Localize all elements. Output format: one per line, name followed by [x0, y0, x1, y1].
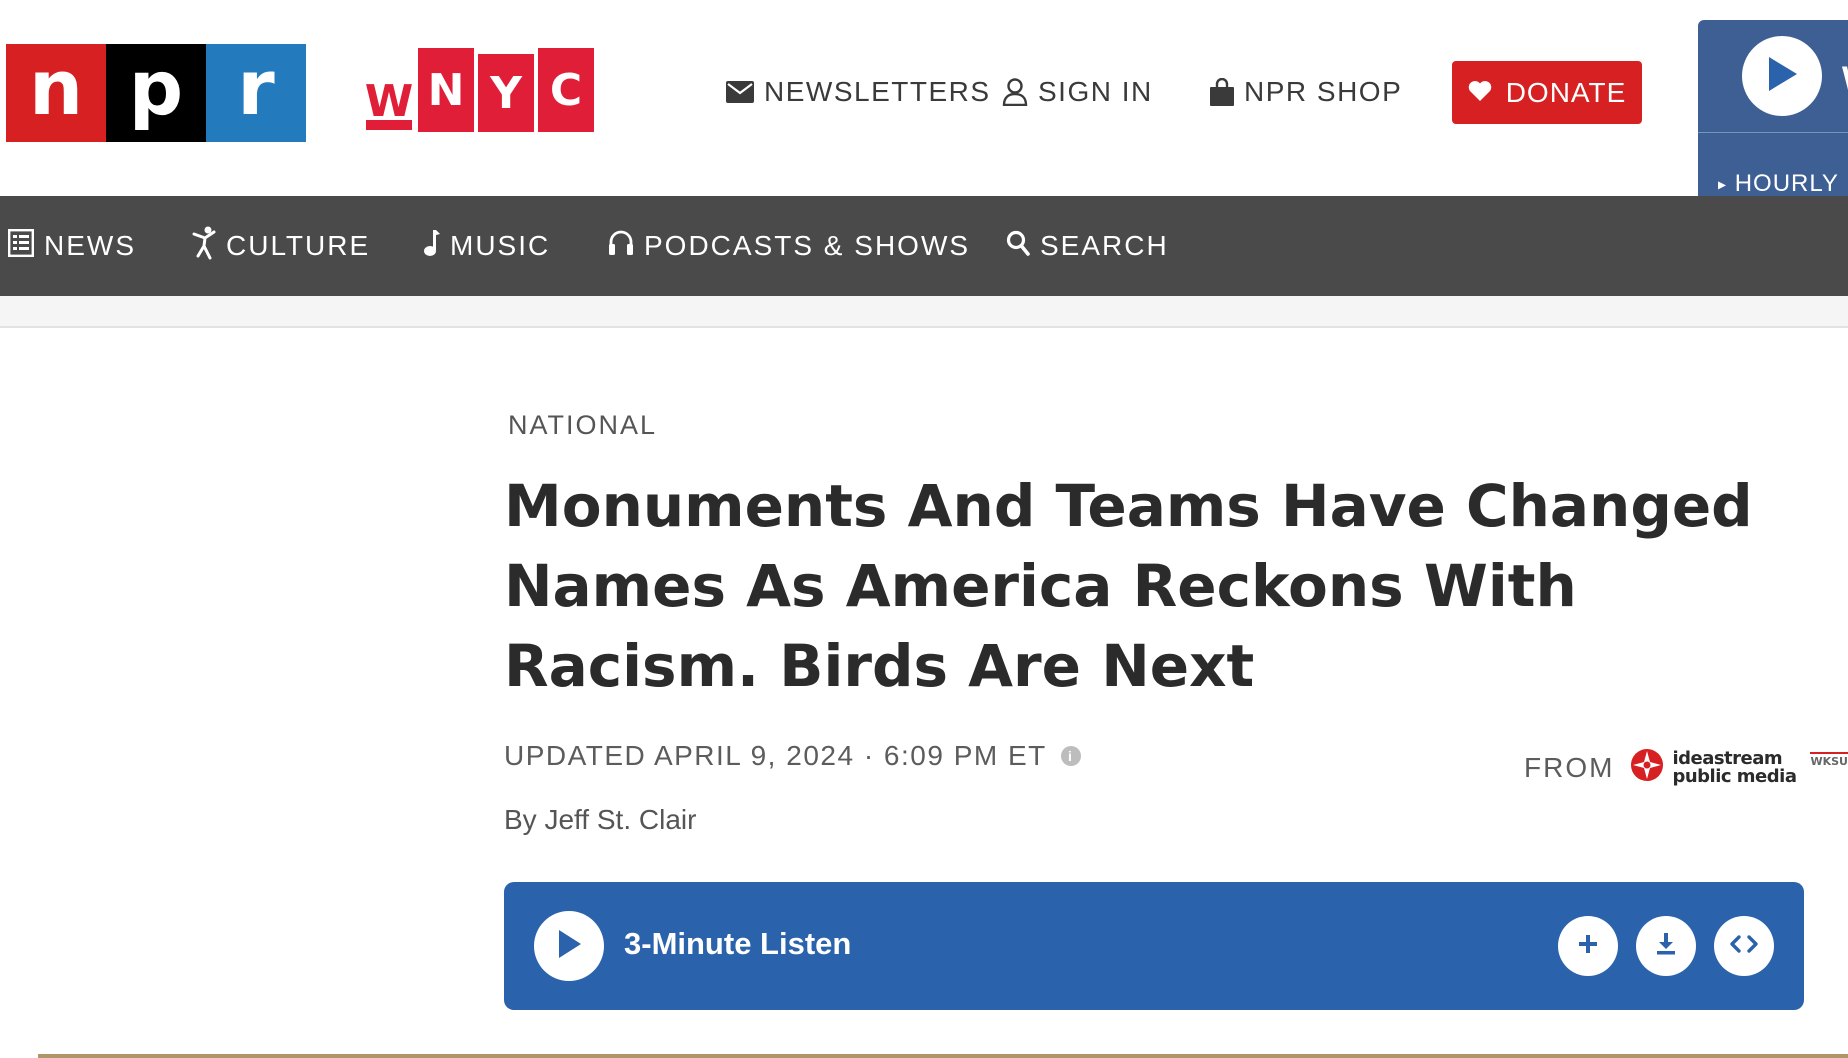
section-kicker[interactable]: NATIONAL: [508, 410, 657, 441]
npr-logo-n: n: [6, 44, 106, 142]
sign-in-label: SIGN IN: [1038, 76, 1153, 107]
nav-item-podcasts-shows[interactable]: PODCASTS & SHOWS: [608, 196, 970, 296]
hourly-news-link[interactable]: ▸ HOURLY N: [1718, 170, 1848, 198]
info-icon[interactable]: i: [1060, 746, 1081, 766]
wnyc-logo-w-tile: W: [364, 48, 414, 138]
download-button[interactable]: [1636, 916, 1696, 976]
audio-duration-label: 3-Minute Listen: [624, 926, 852, 961]
heart-icon: [1468, 77, 1492, 109]
nav-item-label: PODCASTS & SHOWS: [644, 230, 971, 261]
search-icon: [1006, 230, 1030, 263]
nav-item-label: CULTURE: [226, 230, 371, 261]
from-label: FROM: [1524, 751, 1615, 783]
music-note-icon: [422, 229, 440, 264]
live-play-button[interactable]: [1742, 36, 1822, 116]
sub-nav-strip: [0, 296, 1848, 328]
wnyc-logo-c: C: [538, 48, 594, 132]
add-to-playlist-button[interactable]: [1558, 916, 1618, 976]
sign-in-link[interactable]: SIGN IN: [1002, 72, 1153, 112]
envelope-icon: [726, 81, 754, 103]
wnyc-logo-underline: [366, 120, 412, 130]
live-station-title: W: [1842, 60, 1848, 99]
ideastream-mark-icon: [1630, 748, 1664, 787]
wnyc-logo[interactable]: W N Y C: [364, 48, 594, 138]
dancer-icon: [192, 226, 216, 267]
nav-item-music[interactable]: MUSIC: [422, 196, 550, 296]
shopping-bag-icon: [1210, 78, 1234, 106]
ideastream-line1: ideastream: [1672, 747, 1783, 769]
user-icon: [1002, 78, 1028, 106]
wksu-logo: WKSU: [1810, 751, 1848, 768]
ideastream-wordmark: ideastream public media: [1672, 747, 1797, 787]
newsletters-link[interactable]: NEWSLETTERS: [726, 72, 991, 112]
npr-logo-p: p: [106, 44, 206, 142]
npr-shop-link[interactable]: NPR SHOP: [1210, 72, 1402, 112]
nav-item-culture[interactable]: CULTURE: [192, 196, 370, 296]
live-radio-player: W ▸ HOURLY N: [1698, 20, 1848, 198]
section-divider: [38, 1054, 1848, 1058]
play-icon: [1765, 55, 1799, 98]
audio-play-button[interactable]: [534, 911, 604, 981]
embed-button[interactable]: [1714, 916, 1774, 976]
npr-logo[interactable]: n p r: [6, 44, 306, 142]
article-headline: Monuments And Teams Have Changed Names A…: [504, 472, 1753, 700]
play-icon: [555, 928, 583, 965]
ideastream-logo[interactable]: ideastream public media WKSU: [1630, 748, 1848, 787]
embed-code-icon: [1729, 934, 1759, 959]
donate-label: DONATE: [1505, 76, 1627, 108]
caret-right-icon: ▸: [1718, 176, 1728, 194]
donate-button[interactable]: DONATE: [1452, 61, 1642, 124]
nav-item-news[interactable]: NEWS: [8, 196, 136, 296]
main-nav: NEWS CULTURE MUSIC PODCASTS & SHOWS SEAR…: [0, 196, 1848, 296]
newsletters-label: NEWSLETTERS: [764, 76, 991, 107]
newspaper-icon: [8, 228, 35, 264]
nav-item-search[interactable]: SEARCH: [1006, 196, 1169, 296]
nav-item-label: NEWS: [44, 230, 136, 261]
ideastream-line2: public media: [1672, 765, 1797, 787]
headphones-icon: [608, 230, 634, 263]
dateline-text: UPDATED APRIL 9, 2024 · 6:09 PM ET: [504, 740, 1047, 771]
article-dateline: UPDATED APRIL 9, 2024 · 6:09 PM ET i: [504, 740, 1081, 772]
nav-item-label: SEARCH: [1040, 230, 1169, 261]
hourly-news-label: HOURLY N: [1734, 170, 1848, 197]
site-header: n p r W N Y C NEWSLETTERS SIGN IN NPR SH…: [0, 0, 1848, 198]
article-byline: By Jeff St. Clair: [504, 804, 697, 835]
nav-item-label: MUSIC: [450, 230, 551, 261]
live-player-divider: [1698, 132, 1848, 133]
wnyc-logo-y: Y: [478, 54, 534, 132]
wnyc-logo-n: N: [418, 48, 474, 132]
audio-player: 3-Minute Listen: [504, 882, 1804, 1010]
source-attribution: FROM ideastream public media WKSU: [1524, 748, 1848, 787]
npr-shop-label: NPR SHOP: [1244, 76, 1403, 107]
npr-logo-r: r: [206, 44, 306, 142]
download-icon: [1655, 932, 1677, 961]
plus-icon: [1577, 933, 1599, 960]
